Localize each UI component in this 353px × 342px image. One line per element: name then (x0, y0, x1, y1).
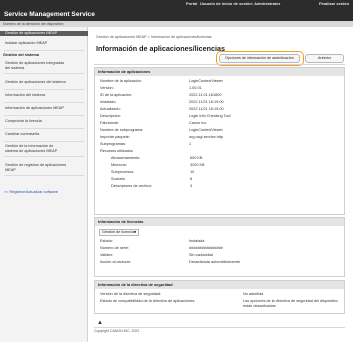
sidebar-item-system-info[interactable]: Información del sistema (0, 93, 88, 98)
row-label: Versión: (100, 86, 114, 90)
main-content: Gestión de aplicaciones MEAP > Informaci… (88, 27, 353, 342)
row-value: 3 (190, 184, 193, 188)
row-value: 2022 11/21 16:19:00 (189, 100, 224, 104)
chevron-down-icon: ▾ (134, 230, 136, 234)
sidebar-item-label: MEAP (5, 168, 16, 172)
row-value: 1.00.01 (189, 86, 202, 90)
page-title: Información de aplicaciones/licencias (96, 44, 226, 53)
sidebar-divider (4, 128, 84, 129)
row-label: Subprogramas: (100, 142, 126, 146)
top-links: Portal Usuario de inicio de sesión: Admi… (0, 0, 353, 7)
sidebar-item-check-license[interactable]: Comprobar la licencia (0, 119, 88, 124)
row-label: Subprocesos: (111, 170, 135, 174)
row-label: Instalado: (100, 100, 117, 104)
title-divider (94, 64, 345, 65)
sidebar-item-meap-management[interactable]: Gestión de aplicaciones MEAP (0, 31, 88, 36)
auth-info-settings-button[interactable]: Opciones de información de autenticación (219, 54, 300, 63)
login-user-link[interactable]: Usuario de inicio de sesión: Administrat… (200, 1, 280, 6)
license-management-dropdown[interactable]: Gestión de licencias ▾ (99, 229, 139, 236)
resources-label: Recursos utilizados (100, 149, 133, 153)
portal-link[interactable]: Portal (186, 1, 197, 6)
section-heading: Información de la directiva de seguridad (95, 281, 344, 289)
sidebar-system-heading: Gestión del sistema (3, 53, 39, 57)
sidebar-item-embedded-apps[interactable]: Gestión de aplicaciones integradas del s… (0, 61, 88, 71)
logout-link[interactable]: Finalizar sesión (319, 1, 349, 6)
row-value: ################ (189, 246, 223, 250)
row-value: 2022.11.01.161800 (189, 93, 222, 97)
back-to-top-icon[interactable]: ▲ (97, 320, 103, 327)
row-value: Desactivada automáticamente (189, 260, 241, 264)
row-label: Fabricante: (100, 121, 119, 125)
sidebar-divider (4, 89, 84, 90)
row-value: 3200 KB (190, 163, 205, 167)
row-value: LoginContextViewer (189, 128, 223, 132)
row-value: Sin caducidad (189, 253, 213, 257)
row-label: Descripción: (100, 114, 121, 118)
row-label: Nombre de subprograma: (100, 128, 144, 132)
row-label: Descriptores de archivo: (111, 184, 152, 188)
section-heading: Información de licencias (95, 218, 344, 226)
row-value: 1 (189, 142, 192, 146)
row-value: Instalada (189, 239, 205, 243)
dropdown-label: Gestión de licencias (102, 230, 136, 234)
sidebar-divider (4, 73, 84, 74)
app-info-section: Información de aplicaciones Nombre de la… (94, 67, 345, 215)
sidebar-item-meap-logs[interactable]: Gestión de registros de aplicaciones MEA… (0, 163, 88, 173)
row-label: Número de serie: (100, 246, 130, 250)
row-value: Canon Inc. (189, 121, 208, 125)
sidebar-divider (4, 141, 84, 142)
row-label: Versión de la directiva de seguridad: (100, 292, 162, 296)
row-label: ID de la aplicación: (100, 93, 133, 97)
row-value: 2022 11/21 16:19:00 (189, 107, 224, 111)
sidebar-divider (4, 156, 84, 157)
footer-divider (94, 327, 345, 328)
row-label: Actualizado: (100, 107, 121, 111)
top-bar: Portal Usuario de inicio de sesión: Admi… (0, 0, 353, 21)
row-label: Nombre de la aplicación: (100, 79, 142, 83)
row-value: 600 KB (190, 156, 203, 160)
sidebar-item-system-apps[interactable]: Gestión de aplicaciones del sistema (0, 80, 88, 85)
row-label: Sockets: (111, 177, 126, 181)
row-label: Almacenamiento: (111, 156, 141, 160)
row-value: Login Info Checking Tool (189, 114, 231, 118)
row-label: Estado: (100, 239, 113, 243)
sidebar-item-install-meap[interactable]: Instalar aplicación MEAP (0, 41, 88, 46)
sidebar-item-meap-info[interactable]: Información de aplicaciones MEAP (0, 106, 88, 111)
app-brand: Service Management Service (4, 11, 95, 18)
back-button[interactable]: Anterior (305, 54, 344, 63)
row-label: Importar paquete: (100, 135, 130, 139)
sidebar-item-label: del sistema (5, 66, 25, 70)
row-value: org.osgi.service.http (189, 135, 223, 139)
sidebar-divider (4, 115, 84, 116)
row-value: Las opciones de la directiva de segurida… (243, 299, 338, 308)
row-value: No admitida (243, 292, 264, 296)
section-heading: Información de aplicaciones (95, 68, 344, 76)
copyright-text: Copyright CANON INC. 2022 (94, 329, 140, 333)
row-value: 10 (190, 170, 195, 174)
sidebar-item-change-password[interactable]: Cambiar contraseña (0, 132, 88, 137)
row-value: 8 (190, 177, 193, 181)
row-value: LoginContextViewer (189, 79, 223, 83)
sidebar-item-label: sistema de aplicaciones MEAP (5, 149, 58, 153)
sidebar: Gestión de aplicaciones MEAP Instalar ap… (0, 27, 88, 342)
sidebar-divider (4, 175, 84, 176)
sidebar-item-meap-system-info[interactable]: Gestión de la información de sistema de … (0, 144, 88, 154)
row-label: Acción al caducar: (100, 260, 132, 264)
row-label: Memoria: (111, 163, 127, 167)
register-update-software-link[interactable]: << Registrar/Actualizar software (4, 190, 58, 195)
sidebar-divider (4, 102, 84, 103)
security-policy-section: Información de la directiva de seguridad… (94, 280, 345, 314)
row-label: Estado de compatibilidad de la directiva… (100, 299, 196, 303)
sidebar-divider (4, 50, 84, 51)
license-info-section: Información de licencias Gestión de lice… (94, 217, 345, 277)
row-label: Validez: (100, 253, 114, 257)
breadcrumb: Gestión de aplicaciones MEAP > Informaci… (96, 35, 212, 39)
